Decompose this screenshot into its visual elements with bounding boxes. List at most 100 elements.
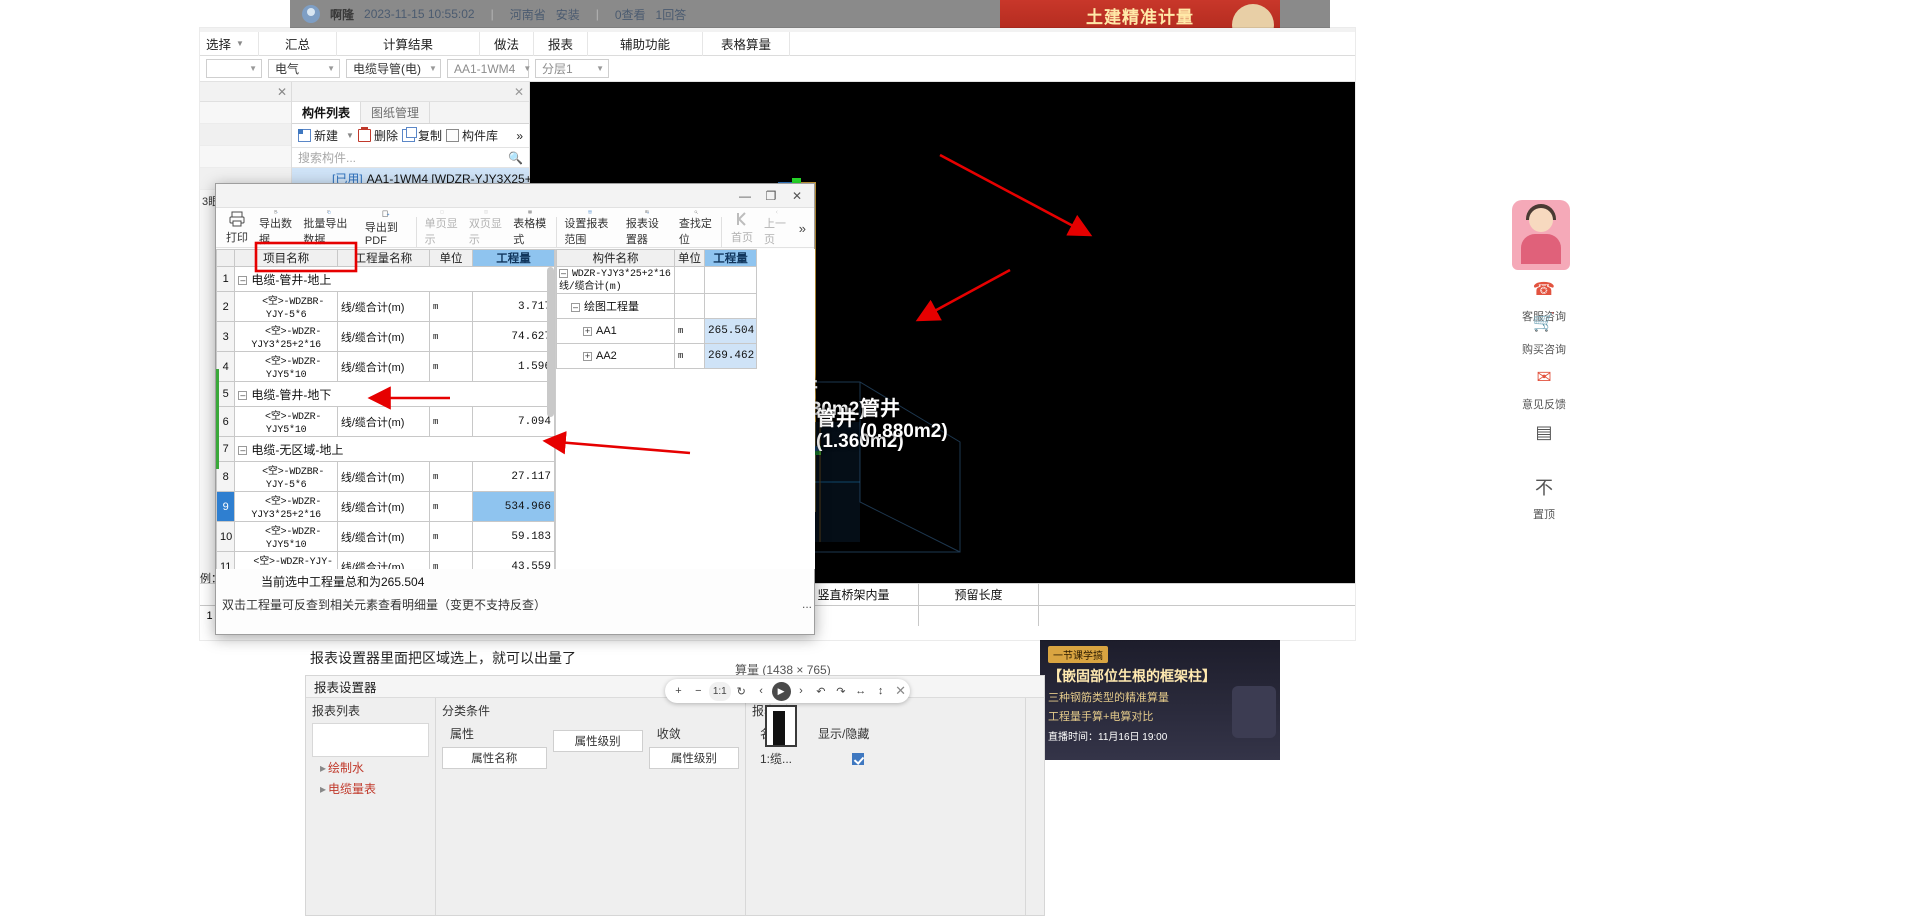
tree-expander-icon[interactable]: ▸ (320, 782, 328, 796)
combo-component[interactable]: AA1-1WM4 ▼ (447, 59, 531, 78)
find-locate-button[interactable]: 查找定位 (674, 209, 718, 247)
panel-left-row-2[interactable] (200, 124, 291, 146)
table-row[interactable]: – WDZR-YJY3*25+2*16 线/缆合计(m) (556, 266, 815, 294)
next-image-icon[interactable]: › (792, 682, 811, 701)
rotate-right-icon[interactable]: ↷ (831, 682, 850, 701)
cell-component-qty[interactable]: 269.462 (704, 343, 757, 369)
row-number[interactable]: 9 (216, 491, 236, 522)
cell-qty-name[interactable]: 线/缆合计(m) (336, 491, 431, 522)
collapse-icon[interactable]: – (571, 302, 580, 312)
table-row[interactable]: 9 <空>-WDZR-YJY3*25+2*16 线/缆合计(m) m 534.966 (216, 491, 555, 522)
cell-component-unit[interactable]: m (674, 343, 705, 369)
table-row[interactable]: 1– 电缆-管井-地上 (216, 266, 555, 292)
play-slideshow-icon[interactable]: ▶ (771, 681, 791, 701)
bottom-ad-banner[interactable]: 一节课学搞 【嵌固部位生根的框架柱】 三种钢筋类型的精准算量 工程量手算+电算对… (1040, 640, 1280, 760)
search-icon[interactable]: 🔍 (508, 151, 523, 165)
cell-qty[interactable]: 43.559 (472, 551, 555, 569)
component-library-button[interactable]: 构件库 (445, 127, 498, 144)
rail-item-qr[interactable]: ▤ (1518, 415, 1570, 451)
cell-project-name[interactable]: <空>-WDZR-YJY3*25+2*16 (234, 491, 338, 522)
zoom-in-icon[interactable]: + (669, 682, 688, 701)
report-list-item-1[interactable]: ▸ 电缆量表 (312, 778, 429, 799)
rotate-left-icon[interactable]: ↶ (811, 682, 830, 701)
menu-item-select[interactable]: 选择 ▼ (200, 31, 259, 56)
export-pdf-button[interactable]: 导出到PDF (360, 209, 413, 247)
dialog-title-bar[interactable]: — ❐ ✕ (216, 184, 814, 208)
service-avatar-icon[interactable] (1512, 200, 1570, 270)
collapse-icon[interactable]: – (238, 445, 248, 455)
cell-qty[interactable]: 27.117 (472, 461, 555, 492)
combo-floor[interactable]: ▼ (206, 59, 262, 78)
cell-component-unit[interactable] (674, 293, 705, 319)
print-button[interactable]: 打印 (220, 209, 254, 247)
menu-item-report[interactable]: 报表 (534, 31, 588, 56)
panel-left-close[interactable]: ✕ (200, 82, 291, 102)
cell-component-qty[interactable] (704, 293, 757, 319)
report-range-button[interactable]: 设置报表范围 (559, 209, 621, 247)
attr-name-button[interactable]: 属性名称 (442, 747, 547, 769)
table-row[interactable]: 5– 电缆-管井-地下 (216, 381, 555, 407)
collapse-icon[interactable]: – (238, 390, 248, 400)
cell-component-unit[interactable]: m (674, 318, 705, 344)
panel-left-row-1[interactable] (200, 102, 291, 124)
group-row-name[interactable]: – 电缆-管井-地下 (234, 381, 555, 407)
row-number[interactable]: 6 (216, 406, 236, 437)
report-left-pane[interactable]: 项目名称 工程量名称 单位 工程量 1– 电缆-管井-地上 2 <空>-WDZBR-… (216, 249, 556, 569)
flip-vertical-icon[interactable]: ↕ (871, 682, 890, 701)
cell-project-name[interactable]: <空>-WDZR-YJY-5*16 (234, 551, 338, 569)
attr-level-button[interactable]: 属性级别 (552, 730, 643, 752)
table-row[interactable]: 2 <空>-WDZBR-YJY-5*6 线/缆合计(m) m 3.717 (216, 291, 555, 322)
cell-project-name[interactable]: <空>-WDZR-YJY5*10 (234, 521, 338, 552)
row-number[interactable]: 2 (216, 291, 236, 322)
export-data-button[interactable]: 导出数据 (254, 209, 298, 247)
toolbar-overflow-button[interactable]: » (795, 221, 810, 236)
cell-qty[interactable]: 59.183 (472, 521, 555, 552)
cell-qty[interactable]: 3.717 (472, 291, 555, 322)
new-button[interactable]: 新建 ▼ (298, 127, 354, 144)
batch-export-button[interactable]: 批量导出数据 (298, 209, 360, 247)
double-page-button[interactable]: 双页显示 (464, 209, 508, 247)
row-number[interactable]: 4 (216, 351, 236, 382)
combo-type[interactable]: 电缆导管(电) ▼ (346, 59, 441, 78)
delete-button[interactable]: 删除 (357, 127, 398, 144)
cell-project-name[interactable]: <空>-WDZR-YJY5*10 (234, 406, 338, 437)
panel-mid-close[interactable]: ✕ (292, 82, 529, 102)
report-dialog[interactable]: — ❐ ✕ 打印 导出数据 批量导出数据 导出到PDF 单页显示 双页显示 表格… (215, 183, 815, 635)
collapse-icon[interactable]: – (559, 268, 568, 278)
cell-unit[interactable]: m (429, 291, 474, 322)
cell-unit[interactable]: m (429, 351, 474, 382)
cell-qty-name[interactable]: 线/缆合计(m) (336, 351, 431, 382)
cell-project-name[interactable]: <空>-WDZR-YJY5*10 (234, 351, 338, 382)
report-right-pane[interactable]: 构件名称 单位 工程量 – WDZR-YJY3*25+2*16 线/缆合计(m) – 绘… (556, 249, 815, 569)
tab-component-list[interactable]: 构件列表 (292, 102, 362, 123)
table-row[interactable]: 7– 电缆-无区域-地上 (216, 436, 555, 462)
cell-unit[interactable]: m (429, 321, 474, 352)
table-row[interactable]: 6 <空>-WDZR-YJY5*10 线/缆合计(m) m 7.094 (216, 406, 555, 437)
collapse-icon[interactable]: – (238, 275, 248, 285)
cell-component-name[interactable]: – WDZR-YJY3*25+2*16 线/缆合计(m) (556, 266, 675, 294)
rotate-icon[interactable]: ↻ (732, 682, 751, 701)
cell-project-name[interactable]: <空>-WDZR-YJY3*25+2*16 (234, 321, 338, 352)
table-row[interactable]: 3 <空>-WDZR-YJY3*25+2*16 线/缆合计(m) m 74.627 (216, 321, 555, 352)
maximize-icon[interactable]: ❐ (758, 186, 784, 206)
cell-qty-name[interactable]: 线/缆合计(m) (336, 521, 431, 552)
row-number[interactable]: 10 (216, 521, 236, 552)
rail-item-feedback[interactable]: ✉ 意见反馈 (1518, 360, 1570, 412)
group-row-name[interactable]: – 电缆-无区域-地上 (234, 436, 555, 462)
cell-qty[interactable]: 74.627 (472, 321, 555, 352)
table-row[interactable]: 11 <空>-WDZR-YJY-5*16线/缆合计(m)m43.559 (216, 551, 555, 569)
cell-qty[interactable]: 7.094 (472, 406, 555, 437)
menu-item-aux[interactable]: 辅助功能 (588, 31, 704, 56)
table-row[interactable]: 8 <空>-WDZBR-YJY-5*6 线/缆合计(m) m 27.117 (216, 461, 555, 492)
cell-unit[interactable]: m (429, 406, 474, 437)
actual-size-icon[interactable]: 1:1 (708, 681, 731, 701)
cell-unit[interactable]: m (429, 551, 474, 569)
table-row[interactable]: – 绘图工程量 (556, 293, 815, 319)
menu-item-calc-result[interactable]: 计算结果 (337, 31, 480, 56)
row-number[interactable]: 7 (216, 436, 236, 462)
cell-unit[interactable]: m (429, 521, 474, 552)
cell-qty-name[interactable]: 线/缆合计(m) (336, 406, 431, 437)
table-row[interactable]: 4 <空>-WDZR-YJY5*10 线/缆合计(m) m 1.596 (216, 351, 555, 382)
row-number[interactable]: 3 (216, 321, 236, 352)
menu-item-table-calc[interactable]: 表格算量 (703, 31, 791, 56)
